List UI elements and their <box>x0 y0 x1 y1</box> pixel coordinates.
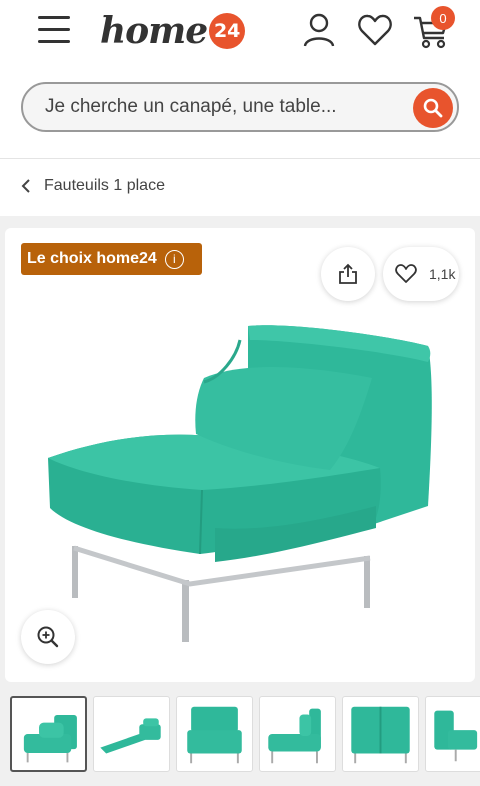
share-button[interactable] <box>321 247 375 301</box>
zoom-in-icon <box>37 626 59 648</box>
thumbnail-5[interactable] <box>342 696 419 772</box>
thumbnail-4[interactable] <box>259 696 336 772</box>
breadcrumb-label: Fauteuils 1 place <box>44 177 165 194</box>
breadcrumb: Fauteuils 1 place <box>0 158 480 216</box>
search-input[interactable] <box>45 84 405 130</box>
share-icon <box>339 263 357 284</box>
search-icon <box>423 98 443 118</box>
heart-icon <box>395 264 417 283</box>
site-header: home 24 0 <box>0 0 480 158</box>
user-icon[interactable] <box>300 10 338 50</box>
search-button[interactable] <box>413 88 453 128</box>
heart-icon[interactable] <box>356 10 394 50</box>
thumbnail-strip <box>0 694 480 778</box>
wishlist-button[interactable]: 1,1k <box>383 247 459 301</box>
info-icon[interactable]: i <box>164 249 184 269</box>
thumbnail-3[interactable] <box>176 696 253 772</box>
logo-text: home <box>100 10 208 52</box>
product-image[interactable] <box>30 318 450 648</box>
zoom-button[interactable] <box>21 610 75 664</box>
breadcrumb-back-link[interactable]: Fauteuils 1 place <box>20 177 165 195</box>
menu-icon[interactable] <box>36 14 72 46</box>
wishlist-count: 1,1k <box>429 266 456 282</box>
logo-badge: 24 <box>209 13 246 49</box>
chevron-left-icon <box>21 179 30 193</box>
search-bar <box>21 82 459 132</box>
thumbnail-6[interactable] <box>425 696 480 772</box>
choice-badge-label: Le choix home24 <box>27 250 157 267</box>
choice-badge[interactable]: Le choix home24 i <box>21 243 202 275</box>
thumbnail-2[interactable] <box>93 696 170 772</box>
home24-logo[interactable]: home 24 <box>100 6 246 56</box>
thumbnail-1[interactable] <box>10 696 87 772</box>
cart-count-badge: 0 <box>431 6 455 30</box>
